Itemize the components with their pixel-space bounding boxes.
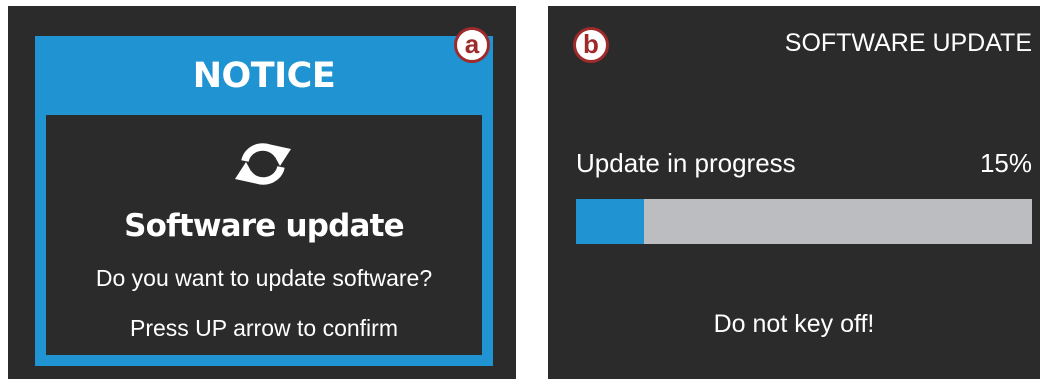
progress-bar	[576, 199, 1032, 244]
refresh-icon	[235, 143, 291, 185]
dialog-hint: Press UP arrow to confirm	[130, 315, 398, 341]
dialog-heading: Software update	[124, 208, 405, 244]
warning-text: Do not key off!	[713, 310, 875, 338]
notice-dialog: NOTICE Software update Do you want to up…	[35, 36, 493, 366]
notice-title: NOTICE	[192, 56, 336, 96]
progress-label: Update in progress	[576, 148, 796, 178]
dialog-question: Do you want to update software?	[95, 265, 433, 291]
notice-body: Software update Do you want to update so…	[46, 115, 482, 355]
notice-panel: NOTICE Software update Do you want to up…	[8, 6, 516, 379]
progress-bar-fill	[576, 199, 645, 244]
callout-badge-b: b	[573, 27, 609, 63]
progress-percent: 15%	[979, 148, 1032, 178]
progress-panel: b SOFTWARE UPDATE Update in progress 15%…	[548, 6, 1040, 379]
callout-badge-a: a	[454, 27, 490, 63]
screen-title: SOFTWARE UPDATE	[784, 29, 1032, 57]
